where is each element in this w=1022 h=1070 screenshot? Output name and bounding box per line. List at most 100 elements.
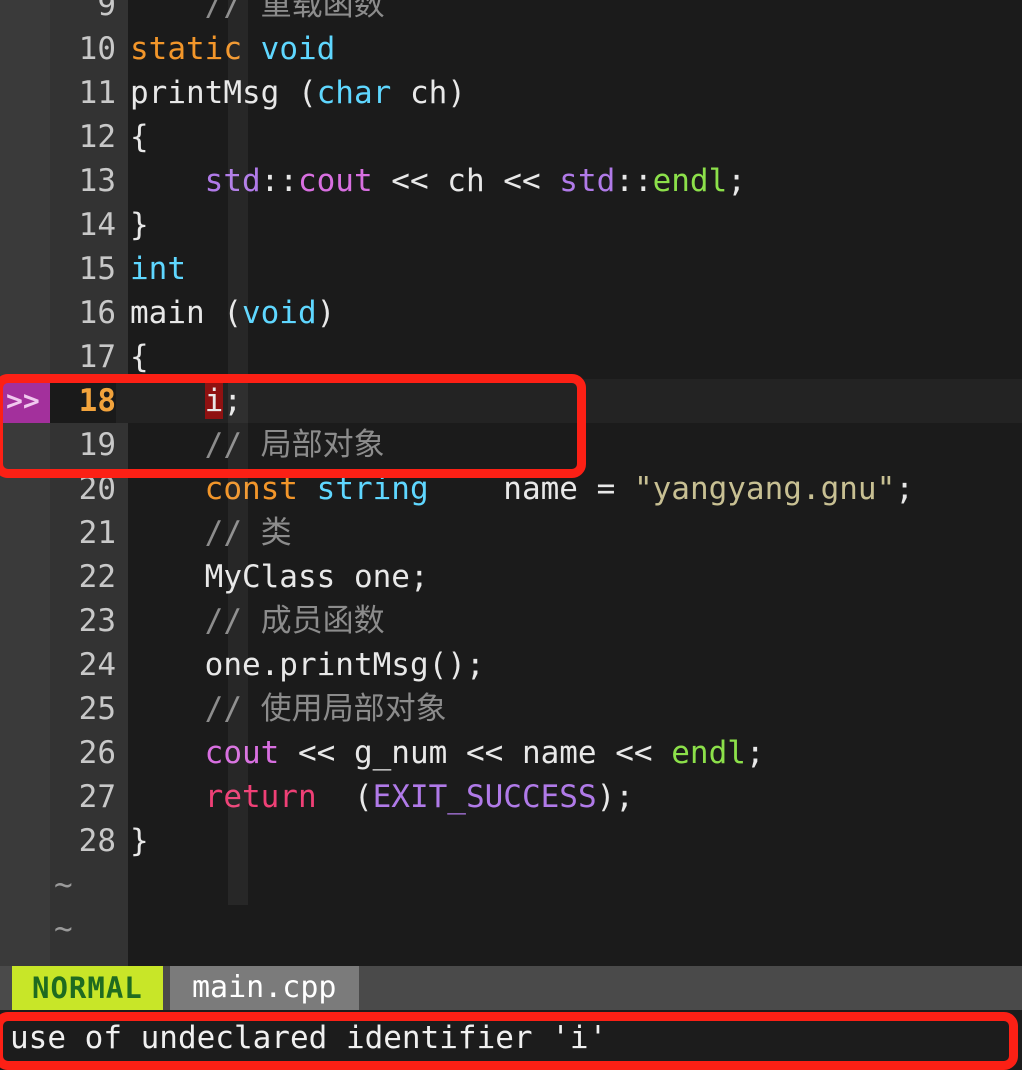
code-token: ); bbox=[596, 779, 634, 815]
code-text[interactable]: // 类 bbox=[130, 511, 292, 555]
code-token: one.printMsg(); bbox=[130, 647, 485, 683]
code-line[interactable]: 11 printMsg (char ch) bbox=[0, 71, 1022, 115]
code-line[interactable]: 25 // 使用局部对象 bbox=[0, 687, 1022, 731]
code-line-active[interactable]: >> 18 i; bbox=[0, 379, 1022, 423]
code-line[interactable]: 23 // 成员函数 bbox=[0, 599, 1022, 643]
line-number: 19 bbox=[78, 427, 116, 463]
tilde-glyph: ~ bbox=[54, 867, 73, 903]
vim-editor[interactable]: 9 // 重载函数 10 static void 11 printMsg (char c… bbox=[0, 0, 1022, 966]
line-number: 12 bbox=[78, 119, 116, 155]
code-token: // 成员函数 bbox=[204, 603, 385, 639]
code-text[interactable]: const string name = "yangyang.gnu"; bbox=[130, 467, 914, 511]
code-text[interactable]: printMsg (char ch) bbox=[130, 71, 466, 115]
code-token: << ch << bbox=[372, 163, 560, 199]
code-text[interactable]: { bbox=[130, 115, 149, 159]
code-text[interactable]: // 局部对象 bbox=[130, 423, 385, 467]
sign-cell bbox=[0, 0, 50, 27]
code-token: char bbox=[316, 75, 392, 111]
code-token: ; bbox=[895, 471, 914, 507]
code-text[interactable]: MyClass one; bbox=[130, 555, 429, 599]
line-number: 27 bbox=[78, 779, 116, 815]
code-line[interactable]: 20 const string name = "yangyang.gnu"; bbox=[0, 467, 1022, 511]
code-line[interactable]: 19 // 局部对象 bbox=[0, 423, 1022, 467]
code-token: string bbox=[316, 471, 429, 507]
code-token: printMsg ( bbox=[130, 75, 317, 111]
line-number: 15 bbox=[78, 251, 116, 287]
code-text[interactable]: // 成员函数 bbox=[130, 599, 385, 643]
diagnostic-sign-icon[interactable]: >> bbox=[0, 379, 50, 423]
code-text[interactable]: static void bbox=[130, 27, 335, 71]
code-text[interactable]: one.printMsg(); bbox=[130, 643, 485, 687]
code-line[interactable]: 15 int bbox=[0, 247, 1022, 291]
code-text[interactable]: std::cout << ch << std::endl; bbox=[130, 159, 746, 203]
code-text[interactable]: cout << g_num << name << endl; bbox=[130, 731, 765, 775]
code-line[interactable]: 22 MyClass one; bbox=[0, 555, 1022, 599]
sign-cell bbox=[0, 511, 50, 555]
sign-cell bbox=[0, 775, 50, 819]
code-text[interactable]: return (EXIT_SUCCESS); bbox=[130, 775, 634, 819]
code-line[interactable]: 28} bbox=[0, 819, 1022, 863]
sign-cell bbox=[0, 599, 50, 643]
line-number: 13 bbox=[78, 163, 116, 199]
code-line[interactable]: 10 static void bbox=[0, 27, 1022, 71]
code-lines[interactable]: 9 // 重载函数 10 static void 11 printMsg (char c… bbox=[0, 0, 1022, 863]
code-text[interactable]: i; bbox=[130, 379, 242, 423]
tilde-glyph: ~ bbox=[54, 911, 73, 947]
code-token: ; bbox=[727, 163, 746, 199]
code-token: name = bbox=[428, 471, 634, 507]
line-number: 14 bbox=[78, 207, 116, 243]
code-token: :: bbox=[260, 163, 298, 199]
code-token: std bbox=[559, 163, 616, 199]
code-token: endl bbox=[652, 163, 728, 199]
vim-mode-badge: NORMAL bbox=[12, 966, 163, 1010]
code-text[interactable]: int bbox=[130, 247, 186, 291]
code-token: void bbox=[241, 295, 317, 331]
sign-cell bbox=[0, 27, 50, 71]
code-token: ( bbox=[316, 779, 373, 815]
sign-cell bbox=[0, 335, 50, 379]
code-line[interactable]: 26 cout << g_num << name << endl; bbox=[0, 731, 1022, 775]
code-token: return bbox=[204, 779, 317, 815]
code-text[interactable]: } bbox=[130, 819, 149, 863]
code-line[interactable]: 17 { bbox=[0, 335, 1022, 379]
empty-line-marker: ~ bbox=[0, 863, 1022, 907]
code-token: // 局部对象 bbox=[204, 427, 385, 463]
code-token: ) bbox=[316, 295, 336, 331]
code-line[interactable]: 24 one.printMsg(); bbox=[0, 643, 1022, 687]
code-line[interactable]: 21 // 类 bbox=[0, 511, 1022, 555]
line-number: 22 bbox=[78, 559, 116, 595]
code-token: cout bbox=[204, 735, 280, 771]
code-line[interactable]: 27 return (EXIT_SUCCESS); bbox=[0, 775, 1022, 819]
code-token: { bbox=[130, 339, 149, 375]
sign-cell bbox=[0, 71, 50, 115]
code-token: EXIT_SUCCESS bbox=[372, 779, 597, 815]
code-line[interactable]: 16 main (void) bbox=[0, 291, 1022, 335]
line-number: 11 bbox=[78, 75, 116, 111]
code-token: cout bbox=[297, 163, 373, 199]
line-number: 20 bbox=[78, 471, 116, 507]
code-token: } bbox=[130, 823, 149, 859]
code-text[interactable]: // 使用局部对象 bbox=[130, 687, 447, 731]
sign-cell bbox=[0, 467, 50, 511]
sign-cell bbox=[0, 115, 50, 159]
code-token: // 重载函数 bbox=[204, 0, 385, 23]
error-token: i bbox=[204, 383, 224, 419]
code-token: const bbox=[204, 471, 298, 507]
message-line: use of undeclared identifier 'i' bbox=[0, 1010, 1022, 1066]
code-text[interactable]: main (void) bbox=[130, 291, 335, 335]
code-line[interactable]: 9 // 重载函数 bbox=[0, 0, 1022, 27]
code-line[interactable]: 13 std::cout << ch << std::endl; bbox=[0, 159, 1022, 203]
code-token: { bbox=[130, 119, 149, 155]
code-line[interactable]: 12 { bbox=[0, 115, 1022, 159]
code-text[interactable]: { bbox=[130, 335, 149, 379]
code-text[interactable]: // 重载函数 bbox=[130, 0, 385, 27]
code-text[interactable]: } bbox=[130, 203, 149, 247]
code-line[interactable]: 14} bbox=[0, 203, 1022, 247]
